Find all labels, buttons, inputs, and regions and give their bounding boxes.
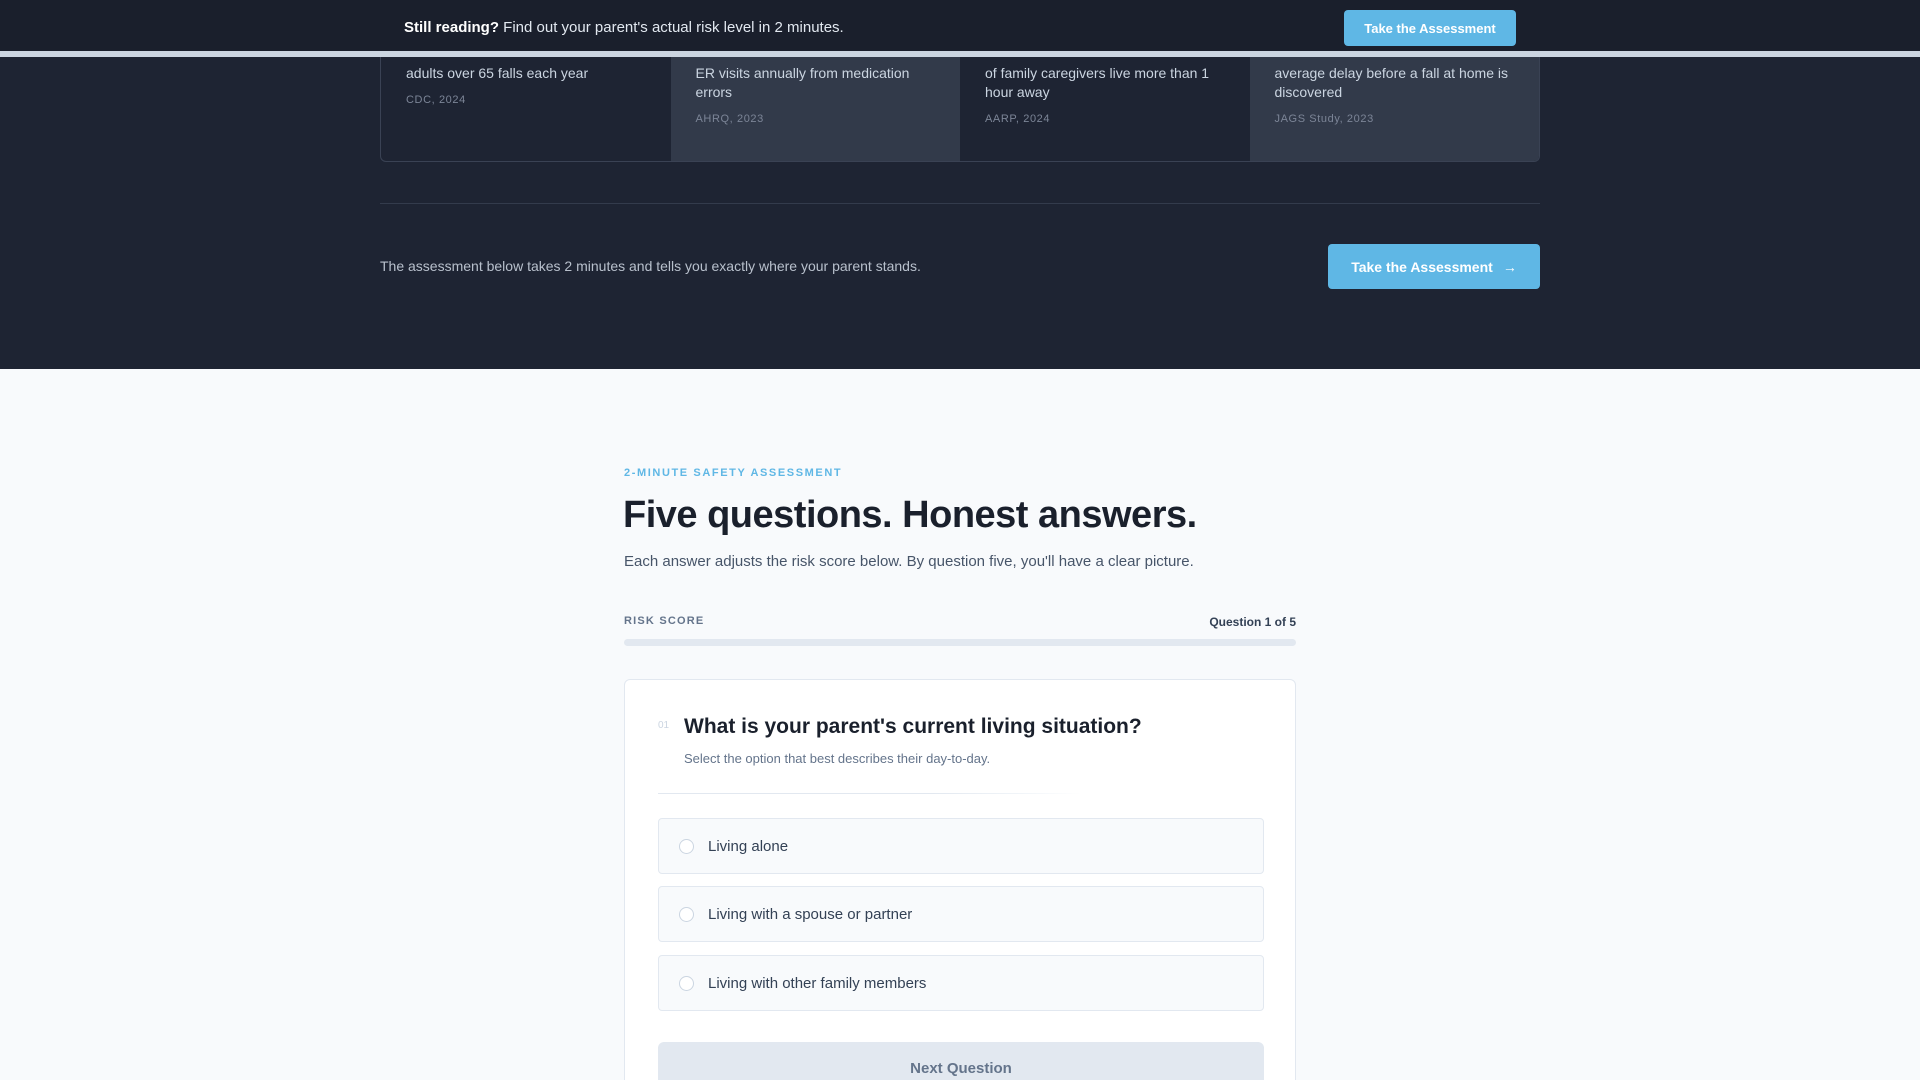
risk-score-label: RISK SCORE [624,615,705,627]
question-number: 01 [658,720,670,731]
question-card: 01 What is your parent's current living … [624,679,1296,1080]
question-divider [658,793,1263,794]
stat-source: AARP, 2024 [985,113,1051,125]
stat-description: average delay before a fall at home is d… [1274,65,1508,100]
sticky-banner-text: Still reading? Find out your parent's ac… [404,19,844,36]
stats-row: adults over 65 falls each year CDC, 2024… [380,40,1540,162]
stat-source: AHRQ, 2023 [695,113,764,125]
option-label: Living alone [708,837,789,855]
option-living-with-family[interactable]: Living with other family members [658,955,1264,1011]
cta-text: The assessment below takes 2 minutes and… [380,258,921,274]
sticky-banner-message: Find out your parent's actual risk level… [499,19,844,36]
assessment-subtitle: Each answer adjusts the risk score below… [624,553,1194,570]
stat-card-fall-delay: average delay before a fall at home is d… [1249,40,1539,161]
section-divider [380,203,1540,204]
question-title: What is your parent's current living sit… [684,715,1142,738]
stat-card-caregivers: of family caregivers live more than 1 ho… [960,40,1250,161]
assessment-eyebrow: 2-MINUTE SAFETY ASSESSMENT [624,467,843,479]
sticky-banner-lead: Still reading? [404,19,500,36]
arrow-right-icon: → [1502,258,1517,275]
risk-score-bar [624,639,1296,646]
stat-description: ER visits annually from medication error… [695,65,910,100]
radio-icon[interactable] [679,975,694,991]
next-question-button[interactable]: Next Question [658,1042,1264,1080]
option-label: Living with other family members [708,974,927,992]
stat-description: of family caregivers live more than 1 ho… [985,65,1210,100]
assessment-title: Five questions. Honest answers. [623,494,1197,536]
take-assessment-button[interactable]: Take the Assessment → [1328,244,1540,289]
stat-source: JAGS Study, 2023 [1274,113,1374,125]
option-label: Living with a spouse or partner [708,905,913,923]
question-counter: Question 1 of 5 [1209,615,1296,629]
question-hint: Select the option that best describes th… [684,751,991,766]
option-living-alone[interactable]: Living alone [658,818,1264,874]
take-assessment-label: Take the Assessment [1351,258,1493,275]
sticky-banner: Still reading? Find out your parent's ac… [0,0,1920,57]
radio-icon[interactable] [679,906,694,922]
sticky-take-assessment-button[interactable]: Take the Assessment [1344,10,1516,46]
option-living-with-spouse[interactable]: Living with a spouse or partner [658,886,1264,942]
stat-source: CDC, 2024 [406,94,466,106]
stat-card-falls: adults over 65 falls each year CDC, 2024 [381,40,671,161]
radio-icon[interactable] [679,838,694,854]
stat-card-er-visits: ER visits annually from medication error… [670,40,960,161]
stat-description: adults over 65 falls each year [406,65,589,81]
